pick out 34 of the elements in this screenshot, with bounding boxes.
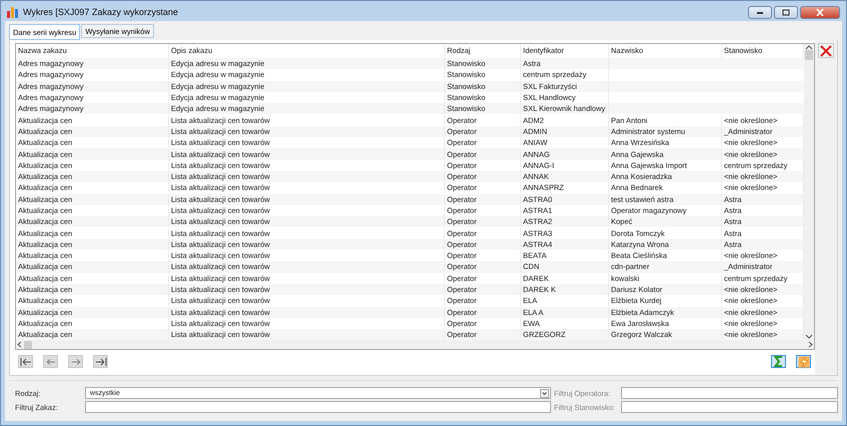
right-arrow-icon bbox=[70, 358, 80, 366]
scroll-right-icon bbox=[806, 341, 814, 348]
scroll-down-icon bbox=[805, 334, 813, 340]
refresh-button[interactable] bbox=[796, 355, 811, 368]
window-title: Wykres [SXJ097 Zakazy wykorzystane bbox=[23, 7, 178, 17]
delete-button[interactable] bbox=[818, 43, 834, 58]
chevron-down-icon bbox=[540, 388, 549, 398]
horizontal-scrollbar[interactable] bbox=[16, 340, 814, 350]
bar-chart-icon bbox=[7, 6, 19, 18]
scrollbar-thumb[interactable] bbox=[805, 50, 813, 60]
first-arrow-icon bbox=[20, 356, 32, 367]
left-arrow-icon bbox=[46, 358, 56, 366]
scrollbar-thumb[interactable] bbox=[24, 340, 32, 349]
close-button[interactable] bbox=[800, 6, 840, 18]
vertical-scrollbar[interactable] bbox=[804, 44, 814, 340]
previous-button[interactable] bbox=[43, 355, 58, 368]
last-record-button[interactable] bbox=[93, 355, 108, 368]
lightning-icon bbox=[798, 356, 810, 368]
first-record-button[interactable] bbox=[18, 355, 33, 368]
scroll-up-icon bbox=[805, 44, 813, 50]
scroll-left-icon bbox=[16, 341, 24, 348]
sum-button[interactable] bbox=[771, 355, 786, 368]
next-button[interactable] bbox=[68, 355, 83, 368]
input-field[interactable] bbox=[621, 401, 838, 413]
last-arrow-icon bbox=[94, 356, 106, 367]
input-field[interactable] bbox=[85, 401, 551, 413]
maximize-button[interactable] bbox=[774, 6, 798, 18]
close-icon bbox=[816, 8, 824, 16]
minimize-button[interactable] bbox=[748, 6, 772, 18]
maximize-icon bbox=[782, 8, 790, 16]
sigma-icon bbox=[774, 356, 784, 368]
input-field[interactable] bbox=[621, 387, 838, 399]
minimize-icon bbox=[756, 9, 764, 15]
close-icon bbox=[820, 44, 832, 56]
